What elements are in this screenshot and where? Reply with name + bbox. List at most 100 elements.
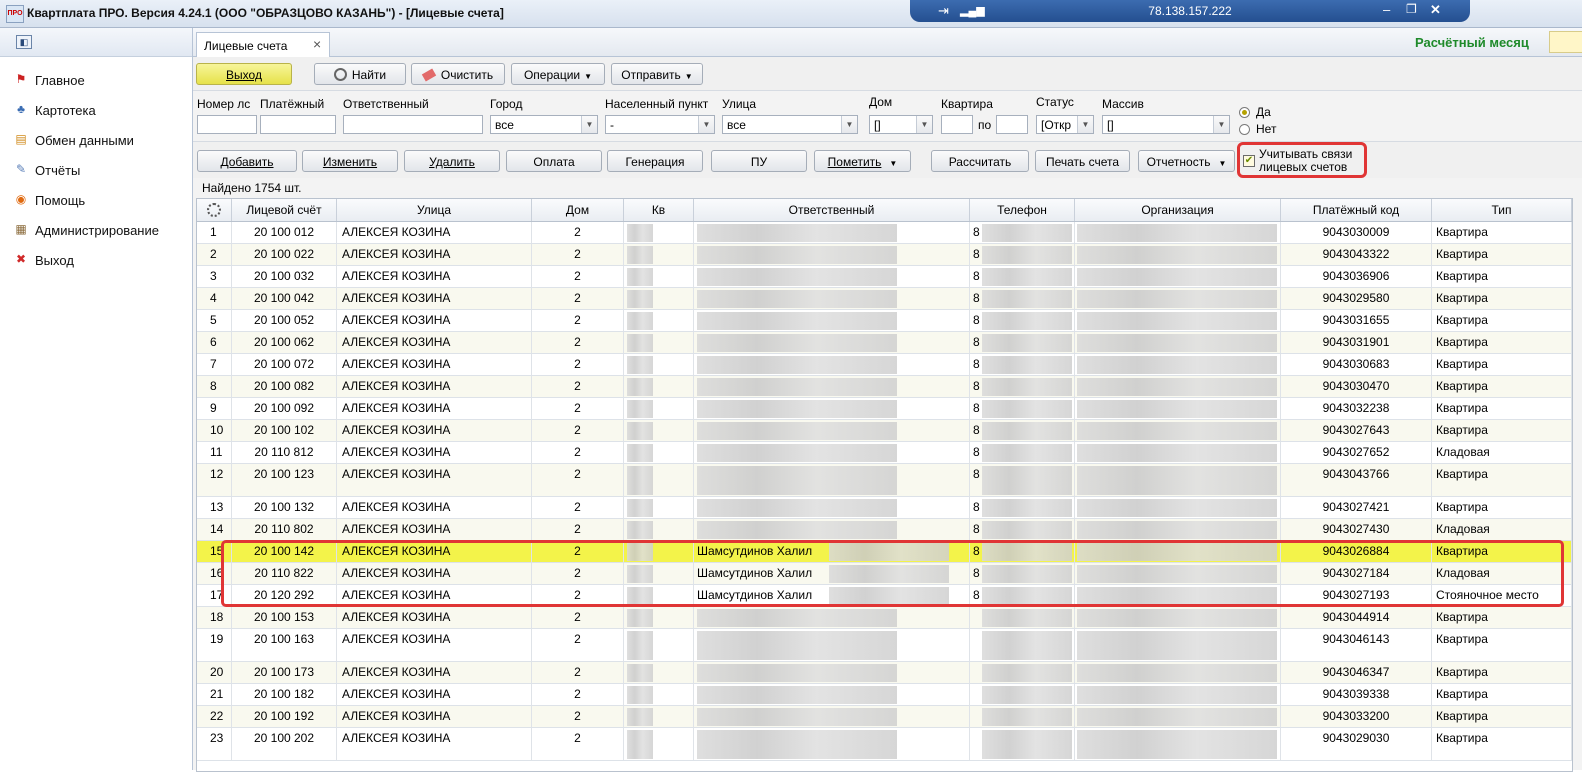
col-apartment[interactable]: Кв: [624, 199, 694, 221]
table-row[interactable]: 14 20 110 802 АЛЕКСЕЯ КОЗИНА 2 8 9043027430 Кл…: [197, 519, 1572, 541]
calculate-button[interactable]: Рассчитать: [931, 150, 1029, 172]
generate-button[interactable]: Генерация: [607, 150, 703, 172]
cell-street: АЛЕКСЕЯ КОЗИНА: [337, 332, 532, 353]
print-bill-button[interactable]: Печать счета: [1035, 150, 1130, 172]
sidebar-item-5[interactable]: ▦ Администрирование: [0, 215, 192, 245]
table-row[interactable]: 22 20 100 192 АЛЕКСЕЯ КОЗИНА 2 9043033200 Ква…: [197, 706, 1572, 728]
clear-button[interactable]: Очистить: [411, 63, 505, 85]
massiv-select[interactable]: [] ▼: [1102, 115, 1230, 134]
sidebar-item-6[interactable]: ✖ Выход: [0, 245, 192, 275]
table-row[interactable]: 10 20 100 102 АЛЕКСЕЯ КОЗИНА 2 8 9043027643 Кв…: [197, 420, 1572, 442]
redacted-block: [1077, 664, 1277, 682]
table-row[interactable]: 12 20 100 123 АЛЕКСЕЯ КОЗИНА 2 8 9043043766 Кв…: [197, 464, 1572, 497]
add-button[interactable]: Добавить: [197, 150, 297, 172]
redacted-block: [697, 631, 897, 660]
send-dropdown[interactable]: Отправить ▼: [611, 63, 703, 85]
responsible-input[interactable]: [343, 115, 483, 134]
table-row[interactable]: 19 20 100 163 АЛЕКСЕЯ КОЗИНА 2 9043046143 Ква…: [197, 629, 1572, 662]
radio-yes[interactable]: [1239, 107, 1250, 118]
cell-street: АЛЕКСЕЯ КОЗИНА: [337, 728, 532, 760]
restore-button[interactable]: ❐: [1406, 2, 1417, 16]
redacted-block: [627, 466, 653, 495]
rows-highlight: [221, 540, 1564, 607]
status-label: Статус: [1036, 95, 1074, 109]
cell-n: 18: [197, 607, 232, 628]
redacted-block: [982, 400, 1072, 418]
apartment-from-input[interactable]: [941, 115, 973, 134]
redacted-block: [982, 268, 1072, 286]
sidebar-item-3[interactable]: ✎ Отчёты: [0, 155, 192, 185]
col-account[interactable]: Лицевой счёт: [232, 199, 337, 221]
cell-type: Квартира: [1432, 662, 1572, 683]
col-phone[interactable]: Телефон: [970, 199, 1075, 221]
table-row[interactable]: 1 20 100 012 АЛЕКСЕЯ КОЗИНА 2 8 9043030009 Ква…: [197, 222, 1572, 244]
sidebar-item-0[interactable]: ⚑ Главное: [0, 65, 192, 95]
table-row[interactable]: 20 20 100 173 АЛЕКСЕЯ КОЗИНА 2 9043046347 Ква…: [197, 662, 1572, 684]
street-select[interactable]: все ▼: [722, 115, 858, 134]
close-button[interactable]: ✕: [1430, 2, 1441, 18]
table-row[interactable]: 9 20 100 092 АЛЕКСЕЯ КОЗИНА 2 8 9043032238 Ква…: [197, 398, 1572, 420]
sidebar-item-2[interactable]: ▤ Обмен данными: [0, 125, 192, 155]
col-responsible[interactable]: Ответственный: [694, 199, 970, 221]
table-row[interactable]: 11 20 110 812 АЛЕКСЕЯ КОЗИНА 2 8 9043027652 Кл…: [197, 442, 1572, 464]
table-row[interactable]: 13 20 100 132 АЛЕКСЕЯ КОЗИНА 2 8 9043027421 Кв…: [197, 497, 1572, 519]
status-select[interactable]: [Откр ▼: [1036, 115, 1094, 134]
reporting-dropdown[interactable]: Отчетность ▼: [1138, 150, 1235, 172]
table-row[interactable]: 3 20 100 032 АЛЕКСЕЯ КОЗИНА 2 8 9043036906 Ква…: [197, 266, 1572, 288]
house-select[interactable]: [] ▼: [869, 115, 933, 134]
cell-acc: 20 100 192: [232, 706, 337, 727]
table-row[interactable]: 18 20 100 153 АЛЕКСЕЯ КОЗИНА 2 9043044914 Ква…: [197, 607, 1572, 629]
col-street[interactable]: Улица: [337, 199, 532, 221]
mark-dropdown[interactable]: Пометить ▼: [814, 150, 911, 172]
locality-select[interactable]: - ▼: [605, 115, 715, 134]
exit-button[interactable]: Выход: [196, 63, 292, 85]
tab-close-icon[interactable]: ×: [313, 36, 321, 52]
cell-dom: 2: [532, 519, 624, 540]
col-house[interactable]: Дом: [532, 199, 624, 221]
redacted-block: [627, 708, 653, 726]
table-row[interactable]: 21 20 100 182 АЛЕКСЕЯ КОЗИНА 2 9043039338 Ква…: [197, 684, 1572, 706]
redacted-block: [697, 708, 897, 726]
period-field[interactable]: [1549, 31, 1582, 53]
tab-accounts[interactable]: Лицевые счета ×: [196, 32, 330, 57]
operations-dropdown[interactable]: Операции ▼: [511, 63, 605, 85]
report-icon: ✎: [15, 162, 27, 176]
edit-button[interactable]: Изменить: [302, 150, 398, 172]
col-type[interactable]: Тип: [1432, 199, 1572, 221]
sidebar-item-1[interactable]: ♣ Картотека: [0, 95, 192, 125]
table-row[interactable]: 5 20 100 052 АЛЕКСЕЯ КОЗИНА 2 8 9043031655 Ква…: [197, 310, 1572, 332]
redacted-block: [697, 312, 897, 330]
payment-button[interactable]: Оплата: [506, 150, 602, 172]
table-row[interactable]: 23 20 100 202 АЛЕКСЕЯ КОЗИНА 2 9043029030 Ква…: [197, 728, 1572, 761]
redacted-block: [697, 466, 897, 495]
payment-code-input[interactable]: [260, 115, 336, 134]
delete-button[interactable]: Удалить: [404, 150, 500, 172]
table-row[interactable]: 4 20 100 042 АЛЕКСЕЯ КОЗИНА 2 8 9043029580 Ква…: [197, 288, 1572, 310]
col-organization[interactable]: Организация: [1075, 199, 1281, 221]
chevron-down-icon: ▼: [698, 116, 714, 133]
table-row[interactable]: 8 20 100 082 АЛЕКСЕЯ КОЗИНА 2 8 9043030470 Ква…: [197, 376, 1572, 398]
collapse-sidebar-icon[interactable]: ◧: [16, 35, 32, 49]
redacted-block: [627, 356, 653, 374]
cell-pay: 9043031655: [1281, 310, 1432, 331]
sidebar-item-4[interactable]: ◉ Помощь: [0, 185, 192, 215]
find-button[interactable]: Найти: [314, 63, 406, 85]
redacted-block: [697, 290, 897, 308]
apartment-to-input[interactable]: [996, 115, 1028, 134]
cell-dom: 2: [532, 266, 624, 287]
account-no-input[interactable]: [197, 115, 257, 134]
pu-button[interactable]: ПУ: [711, 150, 807, 172]
table-row[interactable]: 7 20 100 072 АЛЕКСЕЯ КОЗИНА 2 8 9043030683 Ква…: [197, 354, 1572, 376]
link-accounts-checkbox[interactable]: ✔: [1243, 155, 1255, 167]
cell-dom: 2: [532, 244, 624, 265]
table-row[interactable]: 6 20 100 062 АЛЕКСЕЯ КОЗИНА 2 8 9043031901 Ква…: [197, 332, 1572, 354]
city-select[interactable]: все ▼: [490, 115, 598, 134]
redacted-block: [697, 664, 897, 682]
grid-settings[interactable]: [197, 199, 232, 221]
col-payment-code[interactable]: Платёжный код: [1281, 199, 1432, 221]
radio-no[interactable]: [1239, 124, 1250, 135]
chevron-down-icon: ▼: [684, 72, 693, 81]
minimize-button[interactable]: –: [1383, 2, 1390, 17]
table-row[interactable]: 2 20 100 022 АЛЕКСЕЯ КОЗИНА 2 8 9043043322 Ква…: [197, 244, 1572, 266]
redacted-block: [627, 334, 653, 352]
